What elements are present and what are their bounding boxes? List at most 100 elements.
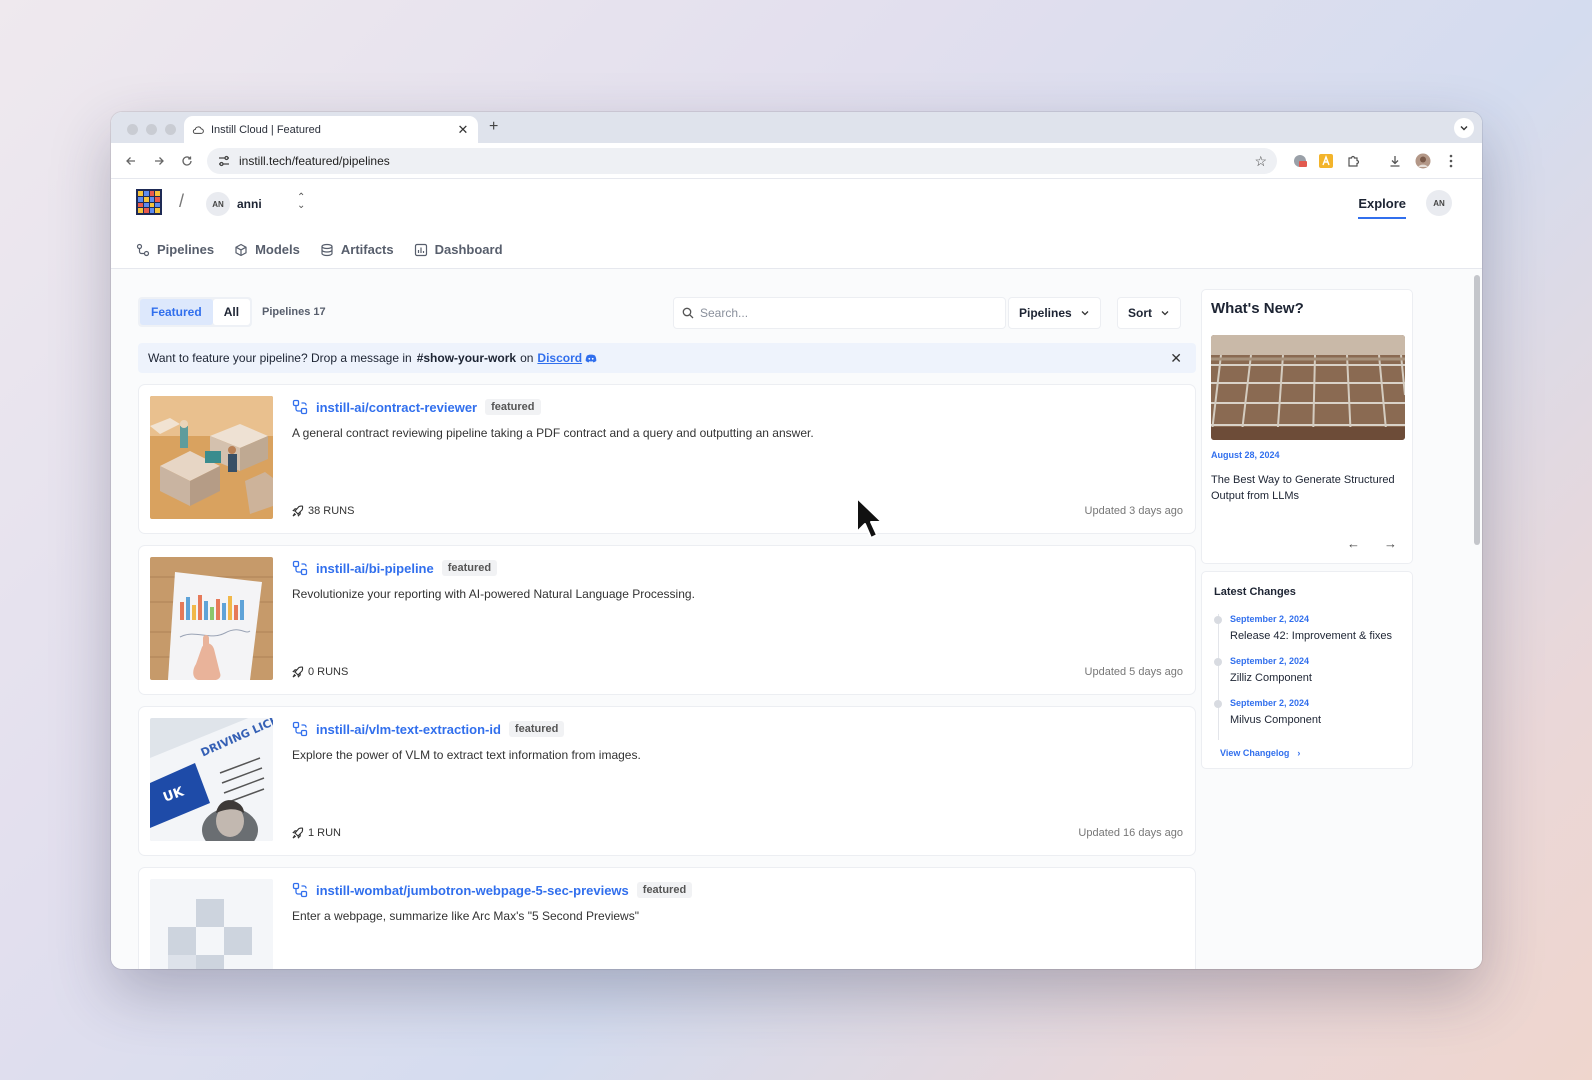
pipeline-description: Revolutionize your reporting with AI-pow… [292, 587, 695, 601]
reload-icon [182, 155, 192, 166]
new-tab-button[interactable]: + [489, 118, 498, 136]
nav-models[interactable]: Models [234, 242, 300, 257]
arrow-right-icon [155, 156, 164, 165]
minimize-window-button[interactable] [146, 124, 157, 135]
tab-featured[interactable]: Featured [140, 299, 213, 325]
browser-window: Instill Cloud | Featured ✕ + instill.tec… [111, 112, 1482, 969]
database-icon [321, 243, 333, 256]
browser-tab-active[interactable]: Instill Cloud | Featured ✕ [184, 116, 478, 143]
user-avatar[interactable]: AN [1426, 190, 1452, 216]
run-count: 38 RUNS [292, 505, 354, 517]
featured-badge: featured [636, 882, 693, 898]
pipeline-title-row: instill-ai/vlm-text-extraction-id featur… [292, 721, 565, 737]
change-title: Milvus Component [1230, 714, 1322, 726]
explore-tab[interactable]: Explore [1358, 196, 1406, 219]
pipeline-name-link[interactable]: instill-ai/vlm-text-extraction-id [316, 722, 501, 737]
timeline-dot [1214, 658, 1222, 666]
sort-label: Sort [1128, 306, 1152, 320]
close-tab-icon[interactable]: ✕ [456, 122, 470, 138]
search-input[interactable] [700, 306, 997, 320]
pipeline-name-link[interactable]: instill-ai/contract-reviewer [316, 400, 477, 415]
profile-avatar[interactable] [1413, 151, 1433, 171]
namespace-avatar[interactable]: AN [206, 192, 230, 216]
nav-pipelines[interactable]: Pipelines [136, 242, 214, 257]
featured-badge: featured [485, 399, 541, 415]
pipeline-card[interactable]: instill-ai/contract-reviewer featured A … [138, 384, 1196, 534]
puzzle-extensions-icon[interactable] [1343, 151, 1363, 171]
updated-time: Updated 5 days ago [1084, 666, 1183, 678]
view-changelog-link[interactable]: View Changelog › [1220, 748, 1300, 758]
carousel-next-icon[interactable]: → [1384, 536, 1397, 551]
chevron-down-icon [1161, 311, 1169, 316]
page-scrollbar[interactable] [1474, 275, 1480, 545]
pipeline-card[interactable]: instill-ai/bi-pipeline featured Revoluti… [138, 545, 1196, 695]
nav-dashboard-label: Dashboard [434, 242, 503, 257]
chevron-right-icon: › [1297, 748, 1301, 758]
pipeline-card[interactable]: UK DRIVING LICE instill-ai/vlm-text-extr… [138, 706, 1196, 856]
forward-button[interactable] [147, 149, 171, 173]
discord-link[interactable]: Discord [537, 351, 582, 365]
tab-all[interactable]: All [212, 299, 251, 325]
zoom-window-button[interactable] [165, 124, 176, 135]
app-header: / AN anni ⌃ ⌄ Explore AN [111, 179, 1482, 231]
change-title: Release 42: Improvement & fixes [1230, 630, 1393, 642]
pipeline-description: Explore the power of VLM to extract text… [292, 748, 641, 762]
extension-icon[interactable] [1290, 151, 1310, 171]
rocket-icon [292, 827, 304, 839]
namespace-name[interactable]: anni [237, 197, 262, 211]
timeline-line [1218, 614, 1219, 740]
translate-extension-icon[interactable] [1316, 151, 1336, 171]
featured-toggle: Featured All [138, 297, 253, 327]
whats-new-panel: What's New? August 28, 2024 The Best Way… [1201, 289, 1413, 564]
url-text[interactable]: instill.tech/featured/pipelines [239, 154, 1254, 168]
main-nav: Pipelines Models Artifacts Dashboard [111, 231, 1482, 269]
site-settings-icon[interactable] [217, 154, 231, 168]
close-window-button[interactable] [127, 124, 138, 135]
address-bar[interactable]: instill.tech/featured/pipelines ☆ [207, 148, 1277, 174]
tab-strip: Instill Cloud | Featured ✕ + [111, 112, 1482, 143]
download-icon[interactable] [1385, 151, 1405, 171]
pipeline-name-link[interactable]: instill-wombat/jumbotron-webpage-5-sec-p… [316, 883, 629, 898]
featured-content: Featured All Pipelines 17 Pipelines Sort… [111, 269, 1482, 969]
rocket-icon [292, 505, 304, 517]
view-changelog-label: View Changelog [1220, 748, 1290, 758]
pipeline-thumbnail [150, 396, 273, 519]
pipeline-card[interactable]: instill-wombat/jumbotron-webpage-5-sec-p… [138, 867, 1196, 969]
chevron-down-icon [1460, 126, 1468, 131]
more-menu-icon[interactable] [1441, 151, 1461, 171]
tab-search-button[interactable] [1454, 118, 1474, 138]
search-box[interactable] [673, 297, 1006, 329]
change-title: Zilliz Component [1230, 672, 1312, 684]
banner-close-icon[interactable]: ✕ [1170, 350, 1182, 367]
arrow-left-icon [126, 156, 135, 165]
carousel-prev-icon[interactable]: ← [1347, 536, 1360, 551]
pipeline-thumbnail [150, 557, 273, 680]
pipeline-title-row: instill-ai/contract-reviewer featured [292, 399, 541, 415]
featured-badge: featured [441, 560, 498, 576]
nav-dashboard[interactable]: Dashboard [414, 242, 503, 257]
banner-on: on [520, 351, 534, 365]
sort-dropdown[interactable]: Sort [1117, 297, 1181, 329]
article-title[interactable]: The Best Way to Generate Structured Outp… [1211, 472, 1406, 504]
breadcrumb-separator: / [179, 191, 185, 211]
latest-changes-heading: Latest Changes [1214, 586, 1296, 598]
whats-new-image[interactable] [1211, 335, 1405, 440]
back-button[interactable] [119, 149, 143, 173]
updated-time: Updated 3 days ago [1084, 505, 1183, 517]
pipeline-name-link[interactable]: instill-ai/bi-pipeline [316, 561, 434, 576]
change-date: September 2, 2024 [1230, 614, 1310, 624]
instill-logo[interactable] [136, 189, 162, 215]
whats-new-heading: What's New? [1211, 300, 1304, 317]
pipeline-icon [292, 721, 308, 737]
pipelines-filter-dropdown[interactable]: Pipelines [1008, 297, 1101, 329]
pipeline-thumbnail: UK DRIVING LICE [150, 718, 273, 841]
timeline-dot [1214, 700, 1222, 708]
namespace-switcher-icon[interactable]: ⌃ ⌄ [297, 193, 305, 211]
timeline-dot [1214, 616, 1222, 624]
reload-button[interactable] [175, 149, 199, 173]
latest-changes-panel: Latest Changes September 2, 2024 Release… [1201, 571, 1413, 769]
tab-title: Instill Cloud | Featured [211, 123, 321, 136]
bookmark-star-icon[interactable]: ☆ [1254, 153, 1267, 170]
rocket-icon [292, 666, 304, 678]
nav-artifacts[interactable]: Artifacts [320, 242, 394, 257]
